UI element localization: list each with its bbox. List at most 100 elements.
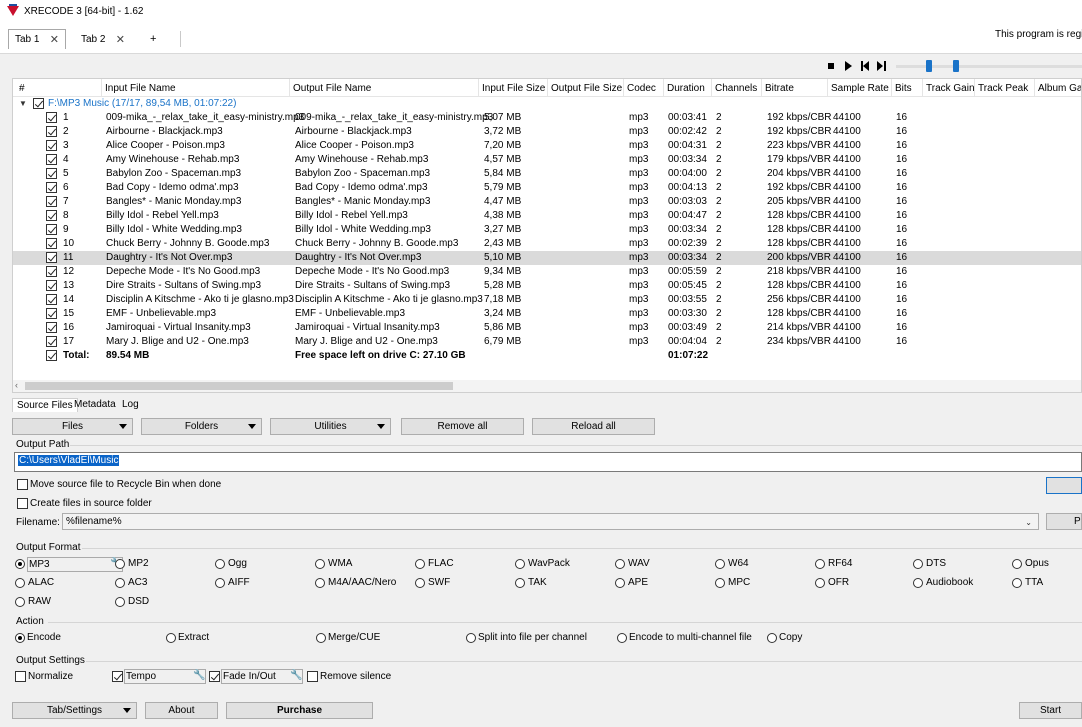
move-recycle-checkbox[interactable] [17,479,28,490]
table-row[interactable]: 1 009-mika_-_relax_take_it_easy-ministry.… [13,111,1081,125]
close-icon[interactable]: ✕ [50,33,59,46]
format-radio[interactable] [715,559,725,569]
column-separator[interactable] [623,79,624,97]
column-header[interactable]: Sample Rate [831,83,889,94]
table-row[interactable]: 3 Alice Cooper - Poison.mp3 Alice Cooper -… [13,139,1081,153]
seek-track[interactable] [896,65,1082,68]
format-radio[interactable] [515,559,525,569]
column-separator[interactable] [478,79,479,97]
reload-all-button[interactable]: Reload all [532,418,655,435]
previous-icon[interactable] [861,61,870,71]
format-radio[interactable] [815,559,825,569]
row-checkbox[interactable] [46,224,57,235]
utilities-button[interactable]: Utilities [270,418,391,435]
column-separator[interactable] [922,79,923,97]
normalize-checkbox[interactable] [15,671,26,682]
add-tab-button[interactable]: + [150,33,156,45]
column-header[interactable]: Bits [895,83,912,94]
horizontal-scrollbar[interactable]: ‹ [13,380,1081,392]
format-radio[interactable] [415,559,425,569]
format-radio[interactable] [715,578,725,588]
column-separator[interactable] [711,79,712,97]
column-header[interactable]: # [19,83,25,94]
row-checkbox[interactable] [46,336,57,347]
action-radio[interactable] [166,633,176,643]
output-path-input[interactable]: C:\Users\VladEl\Music [14,452,1082,472]
format-radio[interactable] [215,559,225,569]
table-row[interactable]: 6 Bad Copy - Idemo odma'.mp3 Bad Copy - Id… [13,181,1081,195]
total-checkbox[interactable] [46,350,57,361]
table-row[interactable]: 11 Daughtry - It's Not Over.mp3 Daughtry -… [13,251,1081,265]
column-separator[interactable] [547,79,548,97]
format-radio[interactable] [115,559,125,569]
column-separator[interactable] [663,79,664,97]
column-separator[interactable] [101,79,102,97]
format-option-selected[interactable]: MP3🔧 [27,557,123,572]
action-radio[interactable] [15,633,25,643]
table-row[interactable]: 16 Jamiroquai - Virtual Insanity.mp3 Jamir… [13,321,1081,335]
table-row[interactable]: 7 Bangles* - Manic Monday.mp3 Bangles* - M… [13,195,1081,209]
table-row[interactable]: 13 Dire Straits - Sultans of Swing.mp3 Dir… [13,279,1081,293]
table-row[interactable]: 8 Billy Idol - Rebel Yell.mp3 Billy Idol -… [13,209,1081,223]
tempo-option[interactable]: Tempo 🔧 [124,669,206,684]
format-radio[interactable] [115,597,125,607]
filename-pattern-button[interactable]: P [1046,513,1082,530]
row-checkbox[interactable] [46,308,57,319]
row-checkbox[interactable] [46,126,57,137]
row-checkbox[interactable] [46,182,57,193]
fade-checkbox[interactable] [209,671,220,682]
format-radio[interactable] [115,578,125,588]
column-separator[interactable] [827,79,828,97]
row-checkbox[interactable] [46,266,57,277]
row-checkbox[interactable] [46,252,57,263]
table-row[interactable]: 4 Amy Winehouse - Rehab.mp3 Amy Winehouse … [13,153,1081,167]
tab-log[interactable]: Log [118,398,143,411]
format-radio[interactable] [515,578,525,588]
chevron-left-icon[interactable]: ‹ [15,380,18,390]
format-radio[interactable] [913,578,923,588]
row-checkbox[interactable] [46,112,57,123]
row-checkbox[interactable] [46,154,57,165]
tab-1[interactable]: Tab 1 ✕ [8,29,66,49]
column-header[interactable]: Bitrate [765,83,794,94]
row-checkbox[interactable] [46,280,57,291]
table-row[interactable]: 12 Depeche Mode - It's No Good.mp3 Depeche… [13,265,1081,279]
fade-option[interactable]: Fade In/Out 🔧 [221,669,303,684]
action-radio[interactable] [767,633,777,643]
column-separator[interactable] [761,79,762,97]
tab-settings-button[interactable]: Tab/Settings [12,702,137,719]
format-radio[interactable] [415,578,425,588]
format-radio[interactable] [913,559,923,569]
column-header[interactable]: Track Gain [926,83,975,94]
row-checkbox[interactable] [46,238,57,249]
column-separator[interactable] [289,79,290,97]
start-button[interactable]: Start [1019,702,1082,719]
tab-source-files[interactable]: Source Files [12,398,78,412]
column-separator[interactable] [1034,79,1035,97]
volume-slider-handle[interactable] [953,60,959,72]
table-row[interactable]: 15 EMF - Unbelievable.mp3 EMF - Unbelievab… [13,307,1081,321]
wrench-icon[interactable]: 🔧 [290,670,302,681]
action-radio[interactable] [617,633,627,643]
folders-button[interactable]: Folders [141,418,262,435]
row-checkbox[interactable] [46,322,57,333]
column-header[interactable]: Input File Size [482,83,545,94]
remove-all-button[interactable]: Remove all [401,418,524,435]
row-checkbox[interactable] [46,294,57,305]
group-checkbox[interactable] [33,98,44,109]
format-radio[interactable] [315,578,325,588]
column-header[interactable]: Album Gai [1038,83,1081,94]
row-checkbox[interactable] [46,140,57,151]
format-radio[interactable] [615,559,625,569]
row-checkbox[interactable] [46,196,57,207]
next-icon[interactable] [877,61,886,71]
action-radio[interactable] [466,633,476,643]
browse-button[interactable] [1046,477,1082,494]
about-button[interactable]: About [145,702,218,719]
row-checkbox[interactable] [46,210,57,221]
tab-metadata[interactable]: Metadata [70,398,120,411]
tempo-checkbox[interactable] [112,671,123,682]
scrollbar-thumb[interactable] [25,382,453,390]
table-row[interactable]: 10 Chuck Berry - Johnny B. Goode.mp3 Chuck… [13,237,1081,251]
format-radio[interactable] [15,597,25,607]
